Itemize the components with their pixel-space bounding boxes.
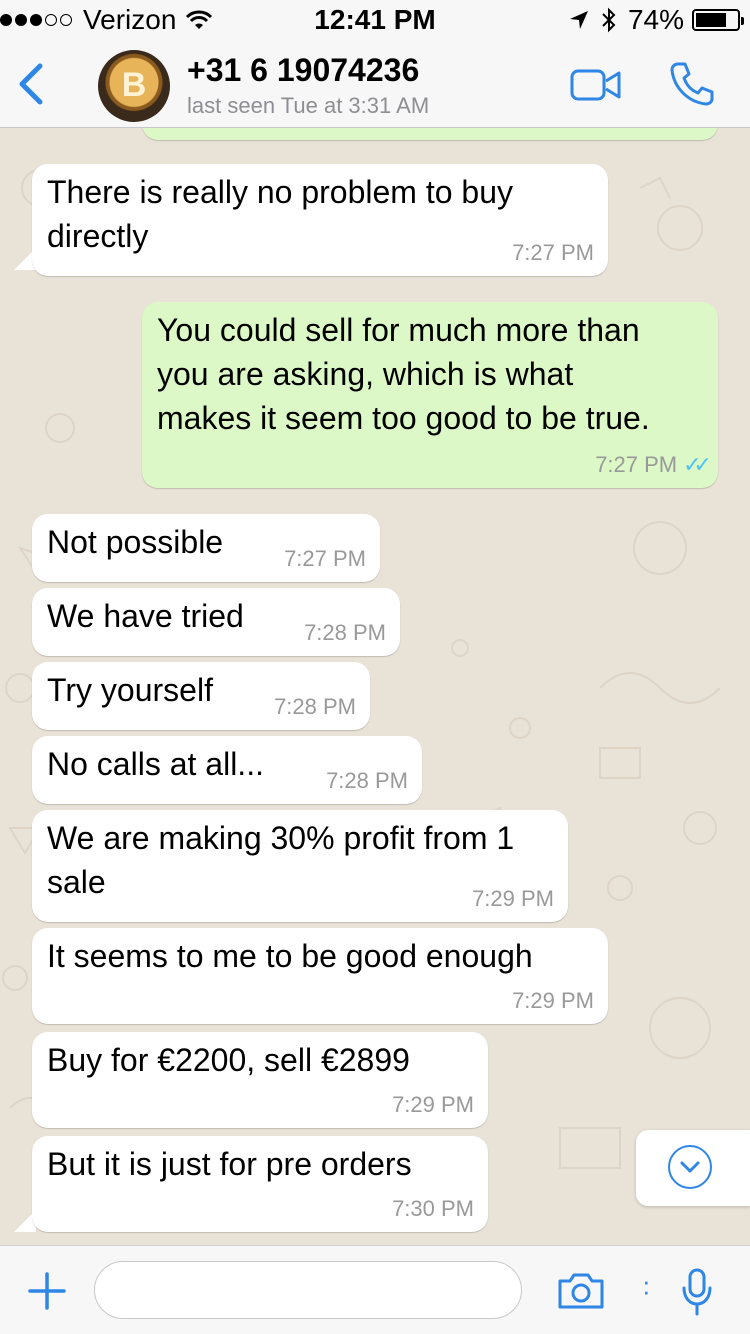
message-text: But it is just for pre orders	[47, 1146, 412, 1182]
message-time: 7:28 PM	[274, 694, 356, 719]
message-time: 7:29 PM	[392, 1092, 474, 1117]
message-text: You could sell for much more than	[157, 312, 640, 348]
camera-icon[interactable]	[556, 1271, 606, 1311]
plus-icon[interactable]	[28, 1272, 66, 1310]
message-bubble[interactable]: Try yourself 7:28 PM	[32, 662, 370, 730]
message-bubble[interactable]: It seems to me to be good enough 7:29 PM	[32, 928, 608, 1024]
message-time: 7:30 PM	[392, 1196, 474, 1221]
bluetooth-icon	[602, 7, 616, 33]
message-bubble[interactable]: But it is just for pre orders 7:30 PM	[32, 1136, 488, 1232]
message-text: Buy for €2200, sell €2899	[47, 1042, 410, 1078]
message-bubble-outgoing[interactable]: You could sell for much more than you ar…	[142, 302, 718, 488]
message-bubble[interactable]: Not possible 7:27 PM	[32, 514, 380, 582]
message-bubble[interactable]: There is really no problem to buy direct…	[32, 164, 608, 276]
separator-dots: · ·	[642, 1266, 651, 1306]
message-text: We are making 30% profit from 1	[47, 820, 515, 856]
message-text: It seems to me to be good enough	[47, 938, 533, 974]
contact-avatar[interactable]: B	[98, 50, 170, 122]
microphone-icon[interactable]	[680, 1268, 714, 1316]
scroll-to-bottom-button[interactable]	[636, 1130, 750, 1206]
message-time: 7:28 PM	[326, 768, 408, 793]
status-bar: Verizon 12:41 PM 74%	[0, 0, 750, 40]
phone-icon[interactable]	[668, 60, 716, 108]
message-time: 7:27 PM	[284, 546, 366, 571]
message-text: makes it seem too good to be true.	[157, 400, 650, 436]
message-bubble[interactable]: Buy for €2200, sell €2899 7:29 PM	[32, 1032, 488, 1128]
message-time: 7:28 PM	[304, 620, 386, 645]
battery-percent: 74%	[627, 4, 684, 35]
read-receipt-icon: ✓✓	[683, 452, 712, 477]
video-call-icon[interactable]	[570, 68, 622, 102]
message-input[interactable]	[94, 1261, 522, 1319]
message-bubble[interactable]: We are making 30% profit from 1 sale 7:2…	[32, 810, 568, 922]
message-text: There is really no problem to buy	[47, 174, 513, 210]
message-bubble[interactable]: No calls at all... 7:28 PM	[32, 736, 422, 804]
chat-area[interactable]: There is really no problem to buy direct…	[0, 128, 750, 1245]
previous-message-edge	[142, 128, 718, 140]
last-seen: last seen Tue at 3:31 AM	[187, 93, 430, 118]
message-bubble[interactable]: We have tried 7:28 PM	[32, 588, 400, 656]
message-time: 7:29 PM	[472, 886, 554, 911]
message-time: 7:29 PM	[512, 988, 594, 1013]
message-text: you are asking, which is what	[157, 356, 574, 392]
chevron-left-icon[interactable]	[14, 60, 50, 108]
location-arrow-icon	[569, 11, 588, 29]
message-input-bar: · ·	[0, 1245, 750, 1334]
message-time: 7:27 PM	[595, 452, 678, 477]
message-meta: 7:27 PM ✓✓	[595, 452, 712, 478]
battery-icon	[692, 9, 744, 31]
chat-header: B +31 6 19074236 last seen Tue at 3:31 A…	[0, 40, 750, 128]
message-time: 7:27 PM	[512, 240, 594, 265]
chevron-down-circle-icon	[668, 1145, 712, 1189]
contact-name[interactable]: +31 6 19074236	[187, 52, 419, 89]
